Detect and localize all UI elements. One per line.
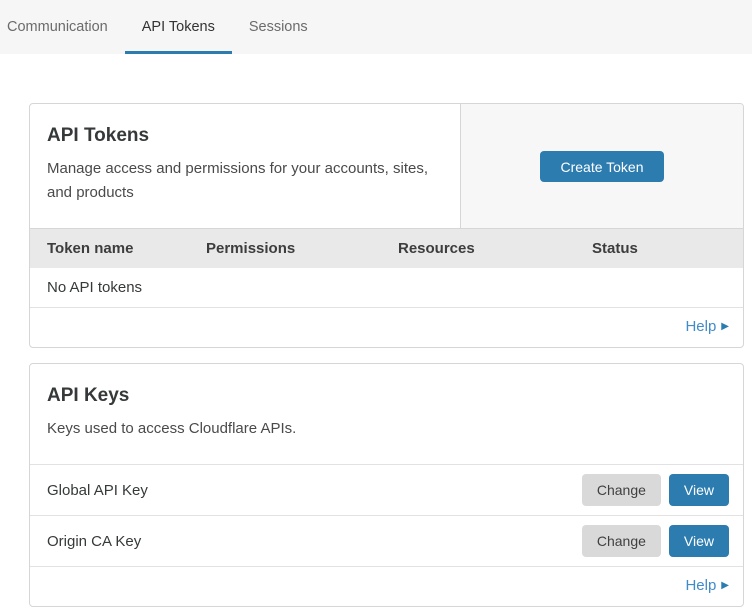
- change-button[interactable]: Change: [582, 525, 661, 557]
- global-api-key-actions: Change View: [582, 474, 729, 506]
- tab-sessions[interactable]: Sessions: [232, 0, 325, 54]
- column-header-status: Status: [592, 240, 743, 257]
- api-tokens-card-header-left: API Tokens Manage access and permissions…: [30, 104, 460, 228]
- api-tokens-card-header-right: Create Token: [460, 104, 743, 228]
- caret-right-icon: ▶: [721, 580, 729, 591]
- view-button[interactable]: View: [669, 474, 729, 506]
- empty-tokens-message: No API tokens: [47, 279, 142, 296]
- api-tokens-card-header: API Tokens Manage access and permissions…: [30, 104, 743, 228]
- page-content: API Tokens Manage access and permissions…: [0, 54, 752, 607]
- tab-api-tokens[interactable]: API Tokens: [125, 0, 232, 54]
- key-name-label: Origin CA Key: [47, 533, 141, 550]
- api-keys-card: API Keys Keys used to access Cloudflare …: [29, 363, 744, 607]
- tokens-table-header: Token name Permissions Resources Status: [30, 228, 743, 268]
- api-tokens-title: API Tokens: [47, 125, 443, 147]
- empty-tokens-row: No API tokens: [30, 268, 743, 308]
- api-tokens-card-footer: Help ▶: [30, 308, 743, 347]
- create-token-button[interactable]: Create Token: [540, 151, 663, 182]
- change-button[interactable]: Change: [582, 474, 661, 506]
- key-name-label: Global API Key: [47, 482, 148, 499]
- api-tokens-description: Manage access and permissions for your a…: [47, 157, 443, 205]
- api-keys-card-header: API Keys Keys used to access Cloudflare …: [30, 364, 743, 465]
- api-tokens-card: API Tokens Manage access and permissions…: [29, 103, 744, 348]
- tokens-help-label: Help: [685, 318, 716, 335]
- api-keys-card-footer: Help ▶: [30, 567, 743, 606]
- table-row-global-api-key: Global API Key Change View: [30, 465, 743, 516]
- keys-help-label: Help: [685, 577, 716, 594]
- view-button[interactable]: View: [669, 525, 729, 557]
- tokens-help-link[interactable]: Help ▶: [685, 318, 729, 335]
- origin-ca-key-actions: Change View: [582, 525, 729, 557]
- tab-communication[interactable]: Communication: [0, 0, 125, 54]
- column-header-resources: Resources: [398, 240, 592, 257]
- column-header-token-name: Token name: [47, 240, 206, 257]
- caret-right-icon: ▶: [721, 321, 729, 332]
- table-row-origin-ca-key: Origin CA Key Change View: [30, 516, 743, 567]
- tab-bar: Communication API Tokens Sessions: [0, 0, 752, 54]
- api-keys-description: Keys used to access Cloudflare APIs.: [47, 417, 447, 441]
- column-header-permissions: Permissions: [206, 240, 398, 257]
- keys-help-link[interactable]: Help ▶: [685, 577, 729, 594]
- api-keys-title: API Keys: [47, 385, 726, 407]
